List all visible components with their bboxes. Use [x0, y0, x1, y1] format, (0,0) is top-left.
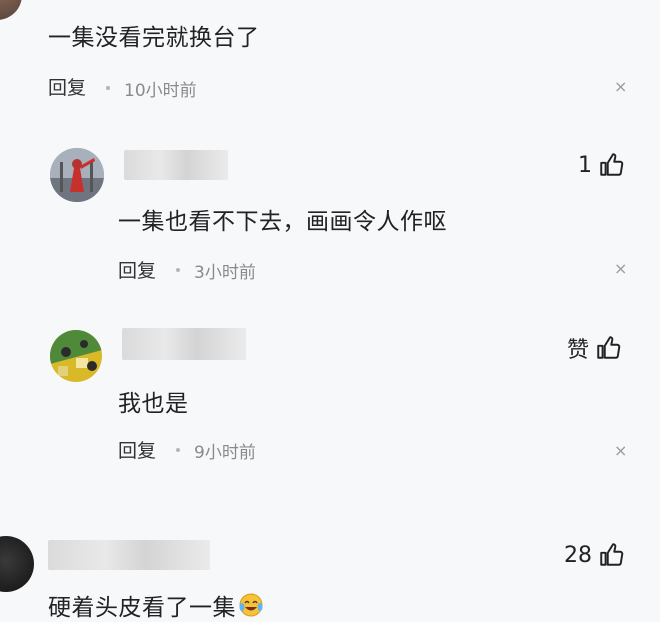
avatar[interactable]: [0, 0, 22, 20]
comment-text: 硬着头皮看了一集: [48, 588, 264, 622]
separator-dot: [176, 448, 180, 452]
like-button[interactable]: 赞: [567, 332, 621, 364]
avatar-image: [50, 330, 102, 382]
timestamp: 10小时前: [124, 81, 197, 101]
comment-text: 一集也看不下去，画画令人作呕: [118, 209, 447, 235]
username-blurred[interactable]: [48, 540, 210, 570]
comment-text: 一集没看完就换台了: [48, 25, 260, 51]
reply-button[interactable]: 回复: [48, 73, 86, 100]
close-icon[interactable]: ×: [614, 441, 627, 460]
reply-button[interactable]: 回复: [118, 436, 156, 463]
username-blurred[interactable]: [122, 328, 246, 360]
username-blurred[interactable]: [124, 150, 228, 180]
thumbs-up-icon: [600, 543, 624, 566]
like-button[interactable]: 1: [578, 152, 624, 178]
like-button[interactable]: 28: [564, 542, 624, 568]
avatar[interactable]: [0, 536, 34, 592]
timestamp: 9小时前: [194, 443, 256, 463]
separator-dot: [176, 268, 180, 272]
reply-button[interactable]: 回复: [118, 256, 156, 283]
comment-text: 我也是: [118, 391, 189, 417]
close-icon[interactable]: ×: [614, 259, 627, 278]
avatar[interactable]: [50, 330, 102, 382]
close-icon[interactable]: ×: [614, 77, 627, 96]
thumbs-up-icon: [597, 336, 621, 359]
thumbs-up-icon: [600, 153, 624, 176]
separator-dot: [106, 86, 110, 90]
like-count: 28: [564, 542, 592, 568]
comment-text-content: 硬着头皮看了一集: [48, 595, 236, 621]
timestamp: 3小时前: [194, 263, 256, 283]
avatar-image: [50, 148, 104, 202]
avatar[interactable]: [50, 148, 104, 202]
like-count: 1: [578, 152, 592, 178]
like-label: 赞: [567, 338, 590, 363]
crying-laughing-emoji-icon: [239, 593, 263, 617]
